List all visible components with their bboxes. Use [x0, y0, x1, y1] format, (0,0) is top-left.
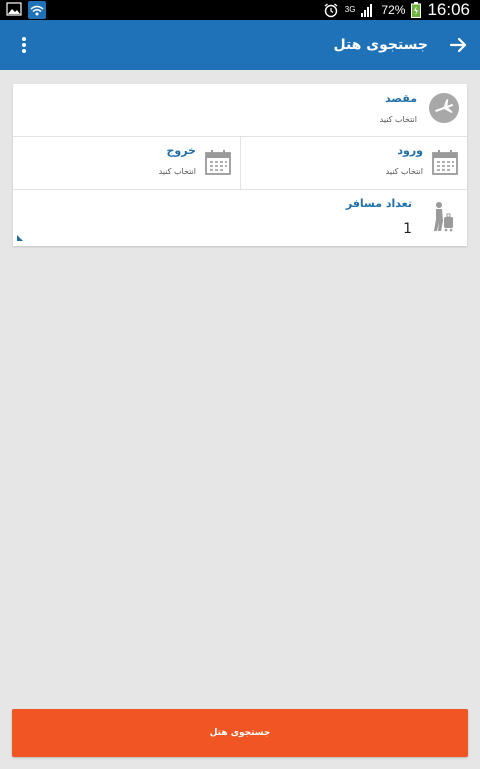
battery-percent: 72%: [381, 3, 406, 17]
page-title: جستجوی هتل: [333, 37, 428, 53]
dates-row: ورود انتخاب کنید خروج انتخاب کنید: [13, 136, 467, 190]
checkin-value: انتخاب کنید: [385, 167, 423, 176]
airplane-icon: [429, 93, 459, 123]
column-divider: [240, 136, 241, 189]
overflow-menu-button[interactable]: [14, 35, 34, 55]
calendar-icon: [432, 150, 458, 175]
passengers-field[interactable]: تعداد مسافر 1: [13, 189, 467, 246]
search-hotel-button[interactable]: جستجوی هتل: [12, 709, 468, 757]
checkout-label: خروج: [166, 144, 196, 157]
gallery-notification-icon: [6, 2, 22, 16]
alarm-icon: [324, 3, 338, 18]
destination-field[interactable]: مقصد انتخاب کنید: [13, 84, 467, 137]
checkout-field[interactable]: خروج انتخاب کنید: [13, 136, 240, 189]
checkin-label: ورود: [397, 144, 423, 157]
checkin-field[interactable]: ورود انتخاب کنید: [241, 136, 467, 189]
passengers-label: تعداد مسافر: [345, 197, 412, 210]
wifi-notification-icon: [28, 1, 46, 19]
checkout-value: انتخاب کنید: [158, 167, 196, 176]
arrow-back-icon: [449, 37, 467, 53]
spinner-corner-icon: [17, 235, 23, 241]
more-vert-icon: [22, 37, 26, 53]
hotel-search-form: مقصد انتخاب کنید ورود انتخاب کنید خروج ا…: [13, 84, 467, 246]
network-type: 3G: [344, 5, 356, 14]
traveler-luggage-icon: [434, 202, 453, 232]
destination-value: انتخاب کنید: [379, 115, 417, 124]
status-bar: 3G 72% 16:06: [0, 0, 480, 20]
passenger-count[interactable]: 1: [403, 221, 412, 237]
battery-icon: [411, 2, 422, 18]
signal-icon: [361, 4, 373, 17]
clock: 16:06: [427, 0, 470, 19]
back-button[interactable]: [446, 33, 470, 57]
destination-label: مقصد: [385, 92, 417, 105]
calendar-icon: [205, 150, 231, 175]
app-bar: جستجوی هتل: [0, 20, 480, 70]
